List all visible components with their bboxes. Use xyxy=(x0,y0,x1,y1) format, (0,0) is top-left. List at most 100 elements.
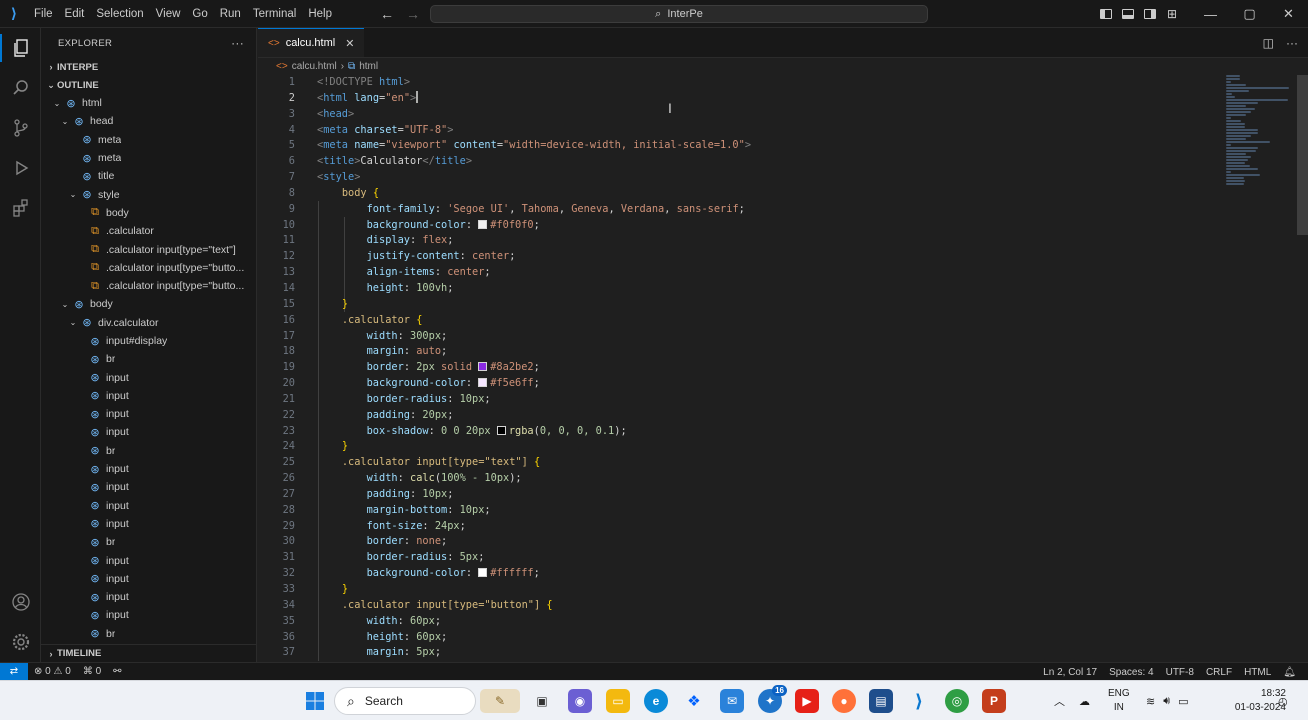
outline-item[interactable]: ⊛ br xyxy=(41,533,256,551)
code-line[interactable]: 15 } xyxy=(258,297,1218,313)
edge-browser-icon[interactable]: e xyxy=(644,689,668,713)
dropbox-icon[interactable]: ❖ xyxy=(682,689,706,713)
toggle-secondary-sidebar-icon[interactable] xyxy=(1139,0,1161,28)
code-line[interactable]: 26 width: calc(100% - 10px); xyxy=(258,471,1218,487)
file-explorer-icon[interactable]: ▭ xyxy=(606,689,630,713)
outline-item[interactable]: ⧉ body xyxy=(41,204,256,222)
vertical-scrollbar[interactable] xyxy=(1297,75,1308,235)
show-hidden-icons-icon[interactable]: ︿ xyxy=(1054,693,1065,709)
code-line[interactable]: 4 <meta charset="UTF-8"> xyxy=(258,123,1218,139)
code-line[interactable]: 18 margin: auto; xyxy=(258,344,1218,360)
settings-gear-icon[interactable] xyxy=(0,622,41,662)
chevron-down-icon[interactable]: ⌄ xyxy=(67,190,79,199)
code-line[interactable]: 31 border-radius: 5px; xyxy=(258,550,1218,566)
tab-calcu-html[interactable]: <> calcu.html ✕ xyxy=(258,28,365,57)
code-line[interactable]: 2 <html lang="en"> xyxy=(258,90,1218,107)
more-actions-icon[interactable]: ··· xyxy=(1286,36,1298,50)
code-line[interactable]: 8 body { xyxy=(258,186,1218,202)
back-arrow-icon[interactable]: ← xyxy=(380,6,394,22)
menu-selection[interactable]: Selection xyxy=(90,0,149,28)
code-line[interactable]: 24 } xyxy=(258,439,1218,455)
outline-item[interactable]: ⊛ meta xyxy=(41,149,256,167)
accounts-icon[interactable] xyxy=(0,582,41,622)
maximize-button[interactable]: ▢ xyxy=(1230,0,1269,28)
outline-item[interactable]: ⧉ .calculator input[type="text"] xyxy=(41,240,256,258)
remote-indicator-icon[interactable]: ⇄ xyxy=(0,662,28,681)
outline-item[interactable]: ⊛ input xyxy=(41,368,256,386)
code-line[interactable]: 10 background-color: #f0f0f0; xyxy=(258,218,1218,234)
search-highlight-icon[interactable]: ✎ xyxy=(480,689,520,713)
code-line[interactable]: 22 padding: 20px; xyxy=(258,408,1218,424)
extensions-icon[interactable] xyxy=(0,188,41,228)
run-debug-icon[interactable] xyxy=(0,148,41,188)
windows-start-icon[interactable] xyxy=(303,689,327,713)
cursor-position[interactable]: Ln 2, Col 17 xyxy=(1037,667,1103,678)
color-swatch-icon[interactable] xyxy=(496,425,506,435)
outline-item[interactable]: ⊛ input xyxy=(41,515,256,533)
chrome-icon[interactable]: ◎ xyxy=(945,689,969,713)
code-line[interactable]: 17 width: 300px; xyxy=(258,329,1218,345)
code-line[interactable]: 37 margin: 5px; xyxy=(258,645,1218,661)
ports-indicator[interactable]: ⌘ 0 xyxy=(77,666,107,677)
store-app-icon[interactable]: ▤ xyxy=(869,689,893,713)
outline-section-header[interactable]: ⌄ OUTLINE xyxy=(41,76,256,94)
breadcrumb-file[interactable]: calcu.html xyxy=(292,61,337,72)
mail-app-icon[interactable]: ✉ xyxy=(720,689,744,713)
menu-view[interactable]: View xyxy=(150,0,187,28)
chevron-down-icon[interactable]: ⌄ xyxy=(59,117,71,126)
outline-item[interactable]: ⊛ br xyxy=(41,442,256,460)
more-actions-icon[interactable]: ··· xyxy=(231,36,244,50)
color-swatch-icon[interactable] xyxy=(478,378,488,388)
code-line[interactable]: 9 font-family: 'Segoe UI', Tahoma, Genev… xyxy=(258,202,1218,218)
outline-item[interactable]: ⊛ input xyxy=(41,497,256,515)
problems-indicator[interactable]: ⊗ 0 ⚠ 0 xyxy=(28,666,77,677)
code-line[interactable]: 12 justify-content: center; xyxy=(258,249,1218,265)
code-line[interactable]: 28 margin-bottom: 10px; xyxy=(258,503,1218,519)
outline-item[interactable]: ⊛ input xyxy=(41,606,256,624)
customize-layout-icon[interactable]: ⊞ xyxy=(1161,0,1183,28)
menu-help[interactable]: Help xyxy=(302,0,338,28)
notifications-bell-icon[interactable]: 🔔︎ xyxy=(1277,667,1302,678)
outline-item[interactable]: ⊛ input xyxy=(41,588,256,606)
powerpoint-icon[interactable]: P xyxy=(982,689,1006,713)
outline-item[interactable]: ⌄ ⊛ html xyxy=(41,94,256,112)
code-line[interactable]: 20 background-color: #f5e6ff; xyxy=(258,376,1218,392)
code-line[interactable]: 11 display: flex; xyxy=(258,233,1218,249)
explorer-icon[interactable] xyxy=(0,28,41,68)
menu-edit[interactable]: Edit xyxy=(59,0,91,28)
outline-item[interactable]: ⌄ ⊛ style xyxy=(41,185,256,203)
outline-item[interactable]: ⊛ br xyxy=(41,350,256,368)
code-line[interactable]: 35 width: 60px; xyxy=(258,614,1218,630)
color-swatch-icon[interactable] xyxy=(478,362,488,372)
firefox-icon[interactable]: ● xyxy=(832,689,856,713)
toggle-panel-icon[interactable] xyxy=(1117,0,1139,28)
outline-item[interactable]: ⊛ input xyxy=(41,460,256,478)
task-view-icon[interactable]: ▣ xyxy=(530,689,554,713)
live-share-icon[interactable]: ⚯ xyxy=(107,666,127,677)
code-line[interactable]: 29 font-size: 24px; xyxy=(258,519,1218,535)
code-line[interactable]: 21 border-radius: 10px; xyxy=(258,392,1218,408)
vscode-taskbar-icon[interactable]: ⟩ xyxy=(907,689,931,713)
cloud-sync-icon[interactable]: ☁ xyxy=(1079,695,1090,708)
code-line[interactable]: 27 padding: 10px; xyxy=(258,487,1218,503)
folder-section-header[interactable]: › INTERPE xyxy=(41,58,256,76)
code-line[interactable]: 19 border: 2px solid #8a2be2; xyxy=(258,360,1218,376)
minimize-button[interactable]: — xyxy=(1191,0,1230,28)
source-control-icon[interactable] xyxy=(0,108,41,148)
minimap[interactable] xyxy=(1226,75,1296,215)
code-line[interactable]: 14 height: 100vh; xyxy=(258,281,1218,297)
outline-item[interactable]: ⊛ input xyxy=(41,551,256,569)
taskbar-search[interactable]: ⌕ Search xyxy=(334,687,476,715)
menu-run[interactable]: Run xyxy=(214,0,247,28)
indentation[interactable]: Spaces: 4 xyxy=(1103,667,1159,678)
toggle-primary-sidebar-icon[interactable] xyxy=(1095,0,1117,28)
color-swatch-icon[interactable] xyxy=(478,219,488,229)
status-icons[interactable]: ≋ 🔊︎ ▭ xyxy=(1146,681,1189,720)
chevron-down-icon[interactable]: ⌄ xyxy=(51,99,63,108)
outline-item[interactable]: ⊛ meta xyxy=(41,131,256,149)
end-of-line[interactable]: CRLF xyxy=(1200,667,1238,678)
code-line[interactable]: 23 box-shadow: 0 0 20px rgba(0, 0, 0, 0.… xyxy=(258,424,1218,440)
notification-center-icon[interactable]: ◴ xyxy=(1278,681,1288,720)
outline-item[interactable]: ⊛ input xyxy=(41,570,256,588)
code-line[interactable]: 16 .calculator { xyxy=(258,313,1218,329)
